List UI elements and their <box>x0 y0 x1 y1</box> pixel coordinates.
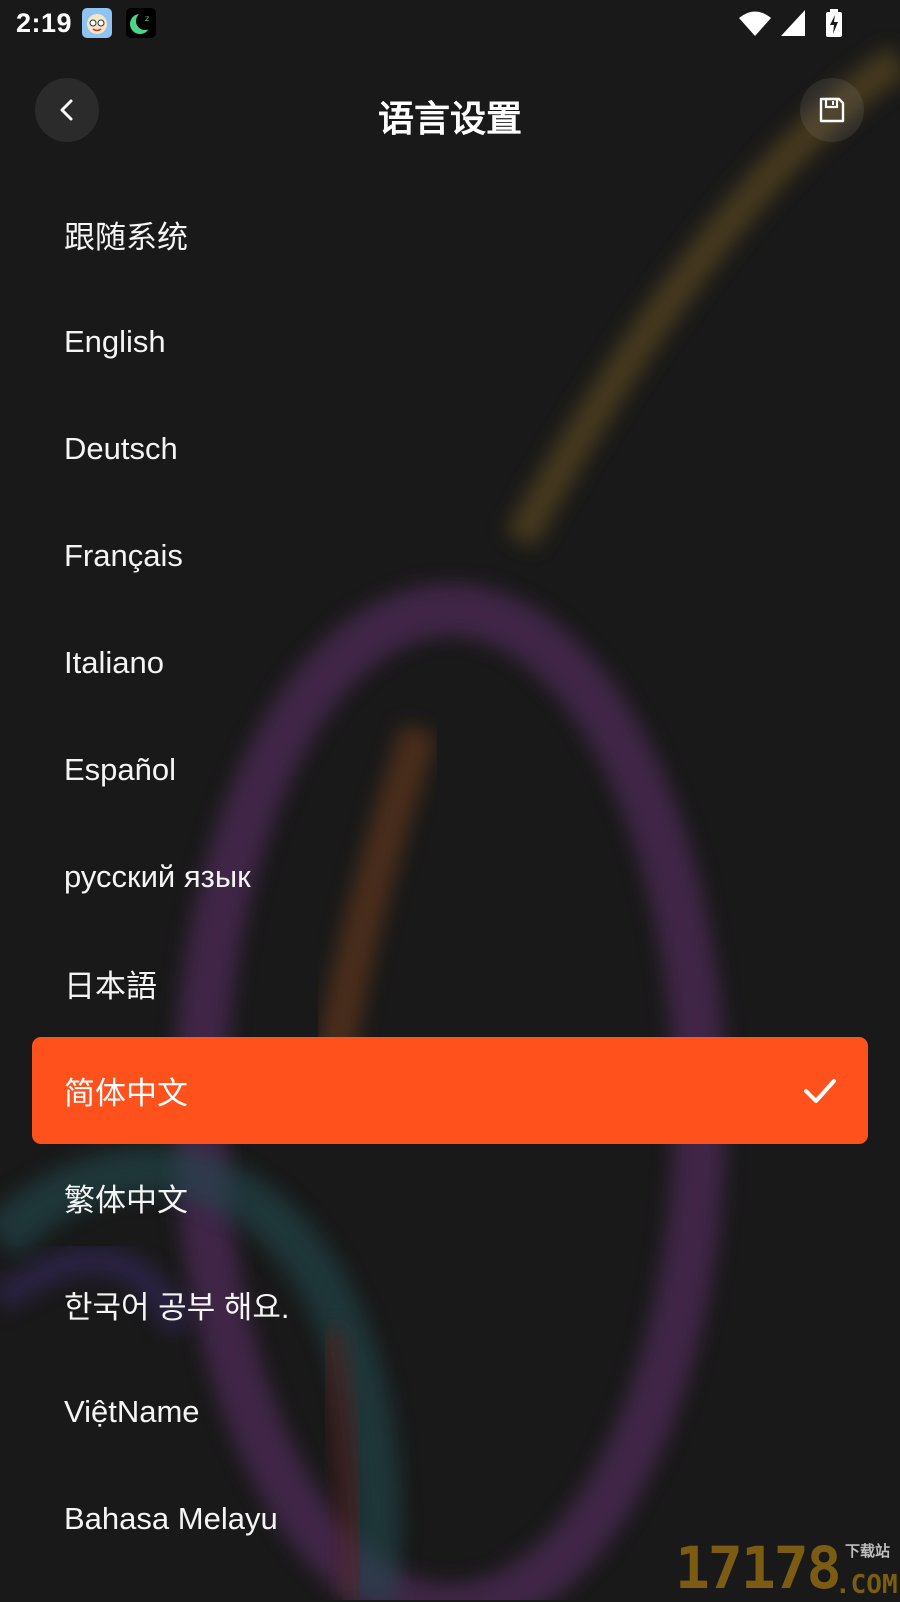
signal-icon <box>780 9 806 37</box>
save-button[interactable] <box>800 78 864 142</box>
checkmark-icon <box>804 1079 836 1103</box>
language-label: 繁体中文 <box>64 1183 188 1218</box>
battery-charging-icon <box>825 9 843 37</box>
watermark-suffix: .COM <box>835 1570 898 1600</box>
language-label: 简体中文 <box>64 1076 188 1111</box>
baby-app-icon <box>82 8 112 38</box>
language-option[interactable]: 日本語 <box>32 930 868 1037</box>
language-option[interactable]: 简体中文 <box>32 1037 868 1144</box>
language-list: 跟随系统 English Deutsch Français Italiano Españo… <box>32 181 868 1572</box>
wifi-icon <box>738 9 772 37</box>
language-label: Italiano <box>64 644 164 680</box>
watermark-label: 下载站 <box>845 1543 891 1560</box>
status-time: 2:19 <box>16 8 73 38</box>
app-header: 语言设置 <box>0 70 900 154</box>
watermark-number: 17178 <box>675 1534 842 1602</box>
language-option[interactable]: 跟随系统 <box>32 181 868 288</box>
language-option[interactable]: Español <box>32 716 868 823</box>
language-option[interactable]: English <box>32 288 868 395</box>
language-option[interactable]: русский язык <box>32 823 868 930</box>
floppy-disk-icon <box>819 97 845 123</box>
page-title: 语言设置 <box>377 98 522 139</box>
language-option[interactable]: Deutsch <box>32 395 868 502</box>
language-label: Bahasa Melayu <box>64 1500 278 1536</box>
language-option[interactable]: 한국어 공부 해요. <box>32 1251 868 1358</box>
status-bar: 2:19 z <box>0 0 900 48</box>
moon-sleep-app-icon: z <box>126 8 156 38</box>
language-option[interactable]: 繁体中文 <box>32 1144 868 1251</box>
language-label: 한국어 공부 해요. <box>64 1290 290 1325</box>
language-label: Español <box>64 751 177 787</box>
language-label: русский язык <box>64 858 251 894</box>
language-label: ViệtName <box>64 1393 200 1429</box>
svg-text:z: z <box>145 14 149 23</box>
language-option[interactable]: Français <box>32 502 868 609</box>
language-label: 日本語 <box>64 969 157 1004</box>
language-label: 跟随系统 <box>64 220 188 255</box>
language-label: Français <box>64 537 183 573</box>
language-option[interactable]: ViệtName <box>32 1358 868 1465</box>
language-label: Deutsch <box>64 430 178 466</box>
language-option[interactable]: Italiano <box>32 609 868 716</box>
site-watermark: 17178 下载站 .COM <box>675 1536 900 1600</box>
language-label: English <box>64 323 166 359</box>
